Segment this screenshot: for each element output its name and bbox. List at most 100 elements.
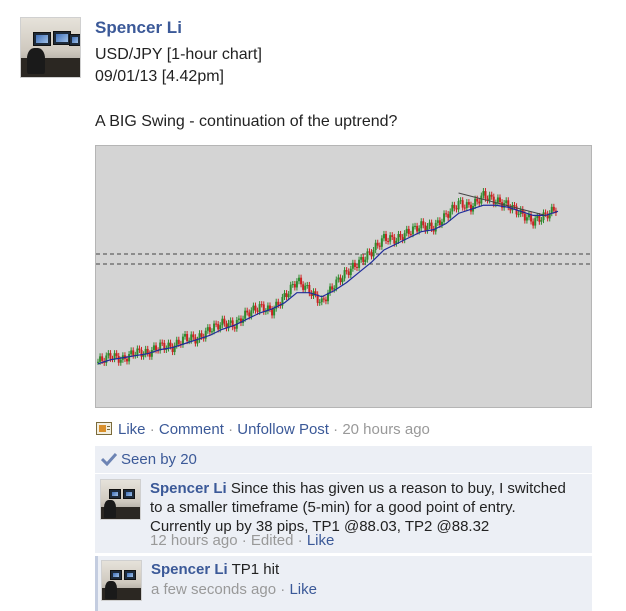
candle-body: [99, 356, 102, 362]
candle-body: [447, 214, 450, 218]
candle-body: [490, 194, 493, 197]
edited-label[interactable]: Edited: [251, 532, 294, 549]
candle-body: [455, 208, 458, 210]
candle-body: [366, 251, 369, 260]
candle-body: [378, 245, 381, 247]
candle-body: [387, 240, 390, 242]
candle-body: [254, 305, 257, 311]
commenter-avatar[interactable]: [101, 560, 142, 601]
candle-body: [206, 327, 209, 331]
comment-timestamp[interactable]: a few seconds ago: [151, 581, 276, 598]
candle-body: [138, 348, 141, 350]
author-avatar[interactable]: [20, 17, 81, 78]
seen-by-count[interactable]: Seen by 20: [121, 451, 197, 468]
candle-body: [434, 222, 437, 232]
comment-author[interactable]: Spencer Li: [150, 480, 227, 497]
candle-body: [237, 318, 240, 320]
candle-body: [246, 310, 249, 313]
comment-like-link[interactable]: Like: [307, 532, 335, 549]
candle-body: [347, 271, 350, 276]
chart-image[interactable]: [95, 145, 592, 408]
candle-body: [438, 220, 441, 225]
candle-body: [184, 334, 187, 337]
separator: ·: [145, 421, 159, 438]
candle-body: [345, 270, 348, 272]
candle-body: [117, 355, 120, 363]
post-timestamp[interactable]: 20 hours ago: [342, 421, 430, 438]
candle-body: [360, 257, 363, 260]
candle-body: [291, 284, 294, 286]
commenter-avatar[interactable]: [100, 479, 141, 520]
candle-body: [283, 293, 286, 297]
candle-body: [221, 318, 224, 326]
candle-body: [382, 233, 385, 239]
comment-author[interactable]: Spencer Li: [151, 561, 228, 578]
candle-body: [277, 301, 280, 305]
candle-body: [393, 236, 396, 244]
comment-timestamp[interactable]: 12 hours ago: [150, 532, 238, 549]
candle-body: [335, 279, 338, 289]
candle-body: [411, 226, 414, 235]
candle-body: [496, 197, 499, 203]
comment-item: Spencer Li Since this has given us a rea…: [95, 474, 592, 553]
candle-body: [476, 198, 479, 202]
candle-body: [285, 293, 288, 298]
candle-body: [169, 342, 172, 347]
separator: ·: [276, 581, 290, 598]
candle-body: [374, 242, 377, 251]
candle-body: [233, 327, 236, 329]
candle-body: [523, 213, 526, 221]
candle-body: [358, 259, 361, 268]
candle-body: [148, 353, 151, 357]
avatar-person: [27, 48, 45, 74]
candle-body: [343, 270, 346, 279]
candle-body: [488, 194, 491, 201]
candle-body: [550, 206, 553, 214]
comment-body: Spencer Li TP1 hit: [151, 560, 581, 579]
candle-body: [414, 225, 417, 227]
comment-body: Spencer Li Since this has given us a rea…: [150, 479, 580, 536]
trend-line: [458, 192, 546, 216]
candle-body: [362, 257, 365, 263]
avatar-monitor: [33, 32, 51, 46]
avatar-person: [104, 500, 116, 518]
candle-body: [420, 221, 423, 229]
candle-body: [109, 353, 112, 359]
candle-body: [364, 259, 367, 263]
candle-body: [333, 288, 336, 290]
comment-link[interactable]: Comment: [159, 421, 224, 438]
candle-body: [337, 277, 340, 280]
candle-body: [308, 284, 311, 294]
candle-body: [215, 323, 218, 325]
candle-body: [368, 251, 371, 253]
unfollow-post-link[interactable]: Unfollow Post: [237, 421, 329, 438]
candle-body: [376, 242, 379, 246]
candle-body: [306, 284, 309, 286]
candle-body: [322, 298, 325, 300]
candle-body: [465, 202, 468, 209]
candle-body: [186, 334, 189, 342]
candle-body: [453, 204, 456, 209]
candle-body: [339, 277, 342, 283]
candle-body: [399, 234, 402, 238]
candle-body: [461, 200, 464, 208]
candle-body: [324, 299, 327, 302]
candle-body: [262, 304, 265, 312]
candle-body: [304, 285, 307, 290]
like-link[interactable]: Like: [118, 421, 146, 438]
candle-body: [445, 213, 448, 215]
candle-body: [258, 304, 261, 312]
candle-body: [268, 305, 271, 310]
candle-body: [525, 217, 528, 221]
candle-body: [389, 235, 392, 242]
post-author[interactable]: Spencer Li: [95, 18, 182, 38]
candle-body: [302, 284, 305, 290]
seen-by-bar: Seen by 20: [95, 446, 592, 473]
candle-body: [407, 228, 410, 234]
candle-body: [219, 325, 222, 330]
candle-body: [532, 221, 535, 226]
comment-like-link[interactable]: Like: [289, 581, 317, 598]
moving-average-line: [97, 204, 559, 365]
candle-body: [482, 191, 485, 196]
candle-body: [132, 350, 135, 356]
